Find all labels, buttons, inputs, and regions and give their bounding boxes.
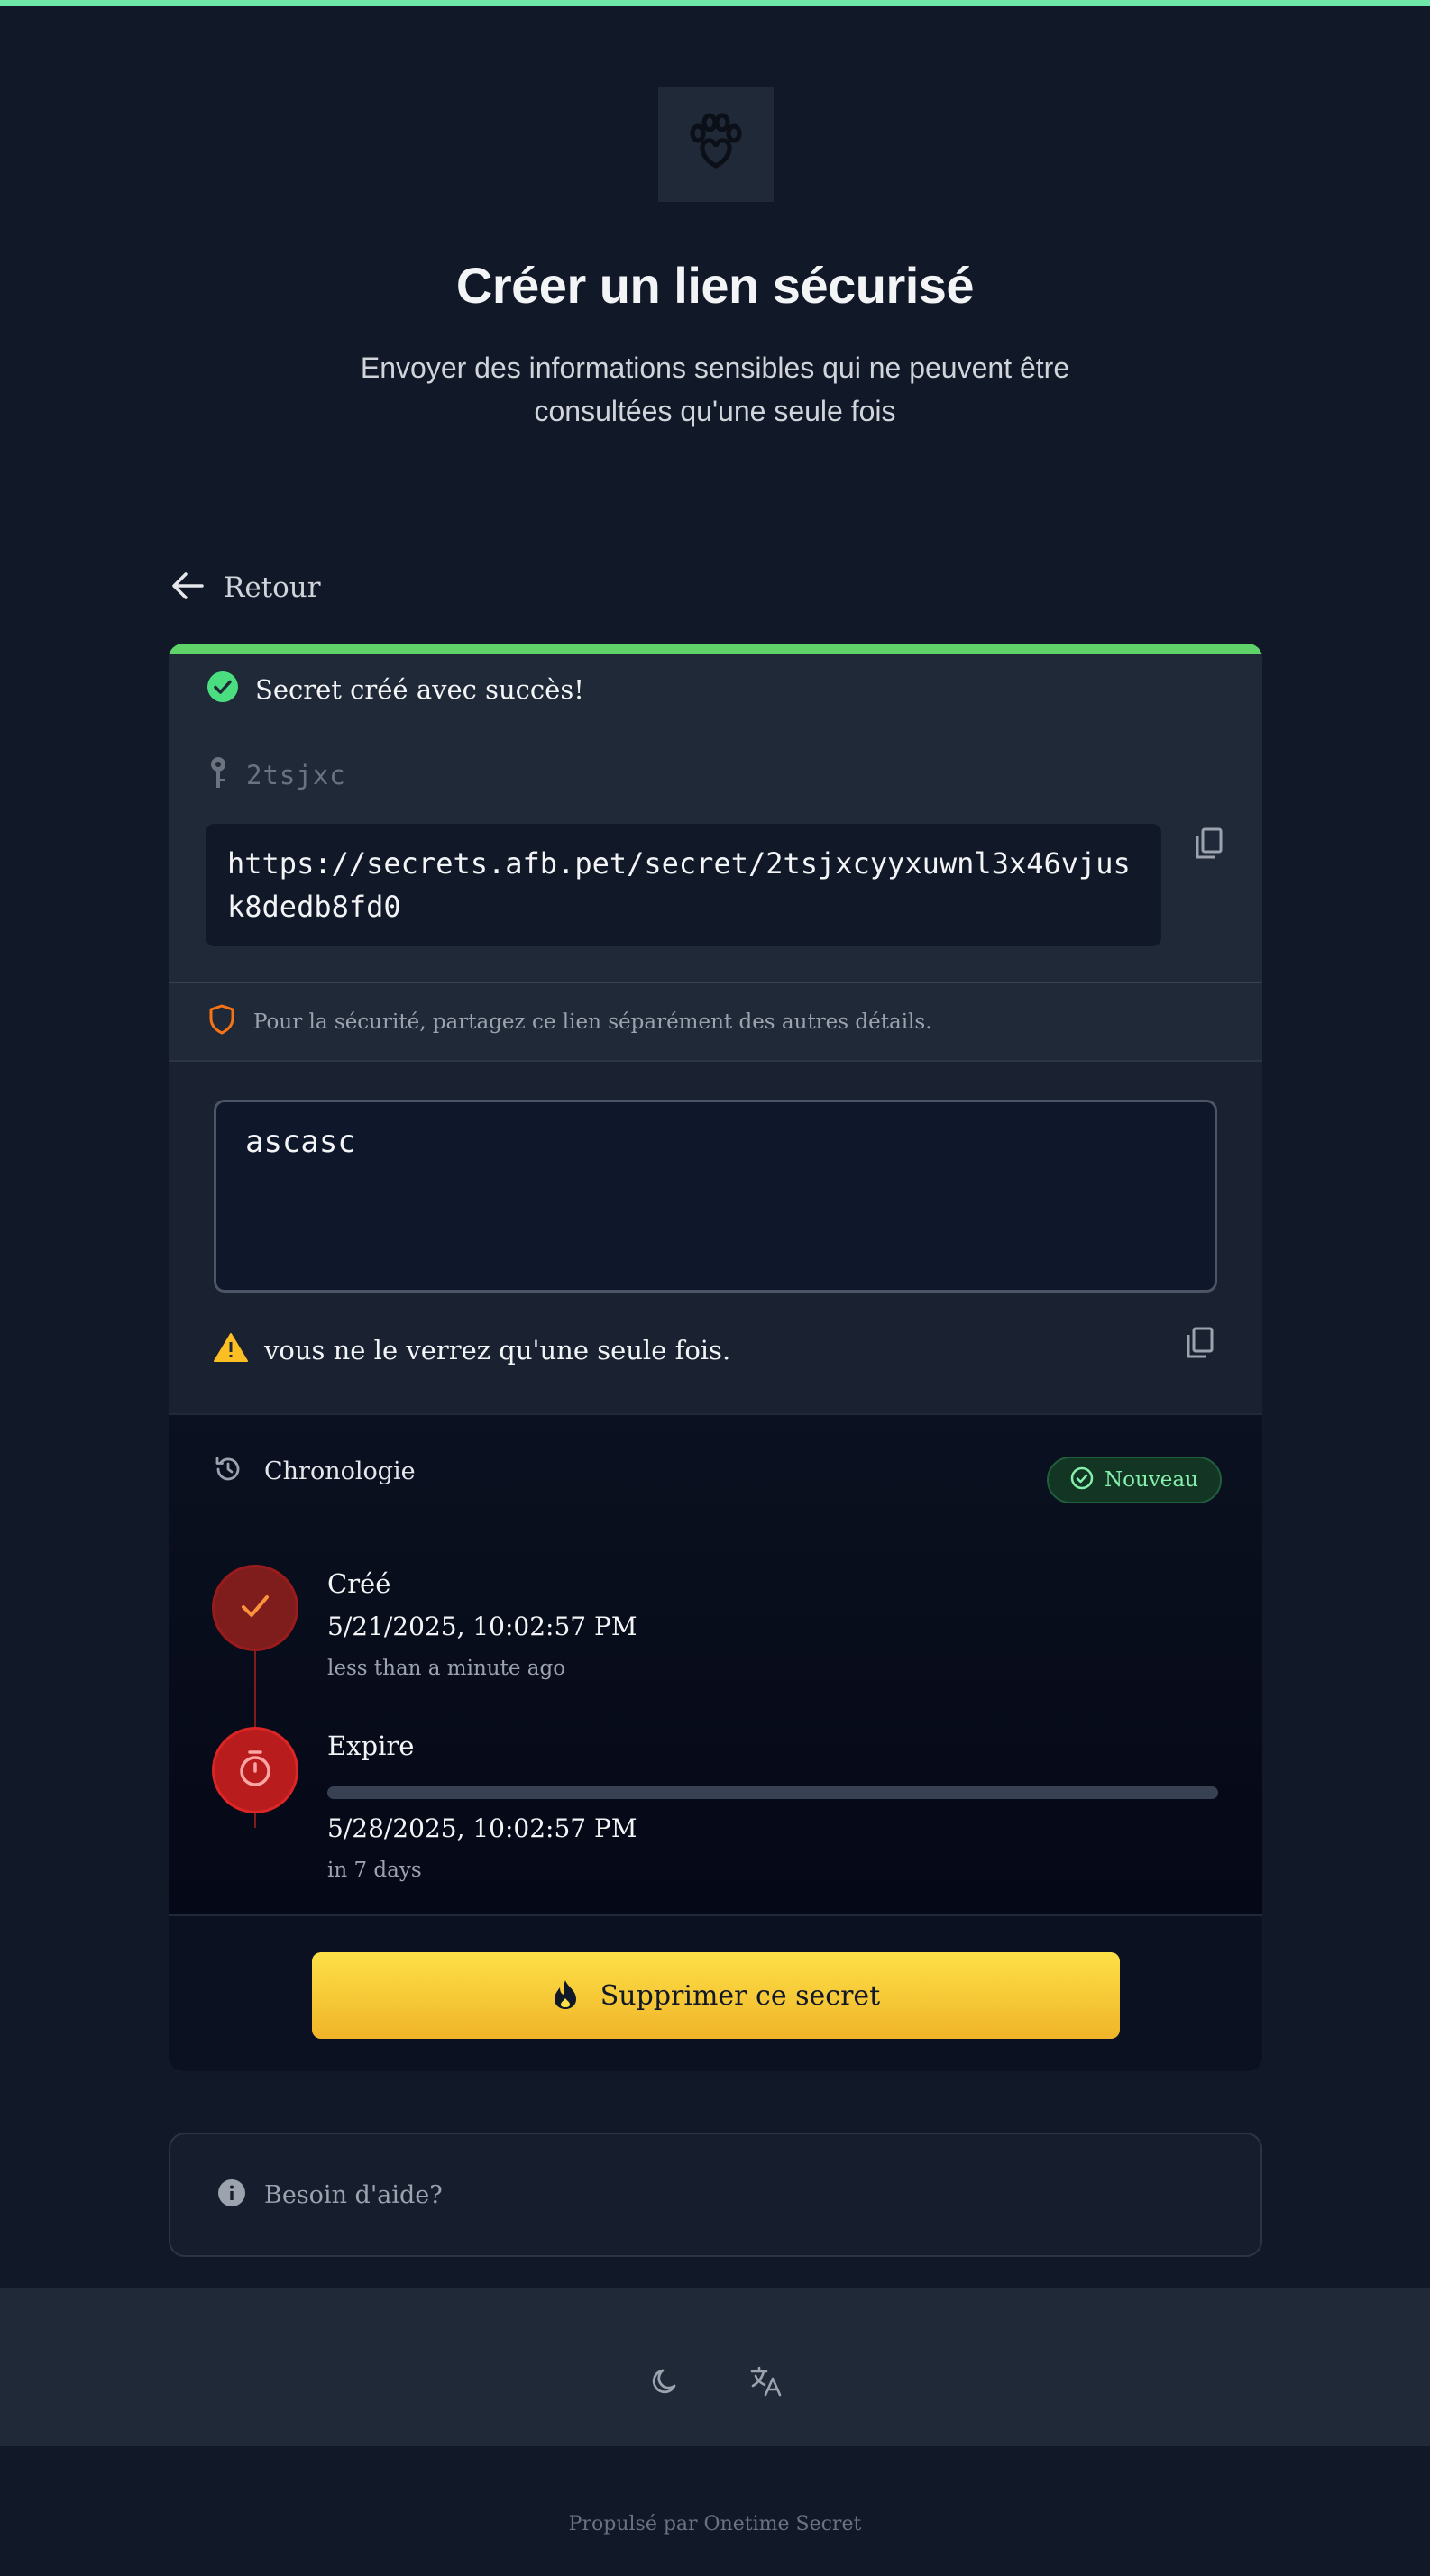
help-toggle[interactable]: Besoin d'aide? (169, 2133, 1262, 2257)
secret-id: 2tsjxc (246, 759, 346, 790)
timeline-expire-relative: in 7 days (327, 1859, 422, 1882)
warning-icon (214, 1332, 248, 1367)
page-subtitle: Envoyer des informations sensibles qui n… (360, 352, 1070, 427)
check-circle-icon (206, 671, 239, 708)
secret-card: Secret créé avec succès! 2tsjxc https://… (169, 644, 1262, 2071)
back-link[interactable]: Retour (170, 566, 321, 609)
language-toggle-button[interactable] (743, 2360, 790, 2407)
success-text: Secret créé avec succès! (255, 673, 584, 705)
theme-toggle-button[interactable] (642, 2360, 689, 2407)
security-note-text: Pour la sécurité, partagez ce lien sépar… (253, 1009, 932, 1034)
timeline-section: Chronologie Nouveau Créé 5/21/2025, 10:0… (169, 1413, 1262, 1914)
moon-icon (649, 2365, 682, 2402)
paw-heart-icon (680, 106, 752, 183)
copy-secret-button[interactable] (1178, 1323, 1222, 1366)
actions-section: Supprimer ce secret (169, 1914, 1262, 2071)
history-icon (214, 1455, 243, 1488)
timeline-expire-label: Expire (327, 1731, 415, 1761)
divider (169, 982, 1262, 983)
timeline-created-relative: less than a minute ago (327, 1657, 566, 1680)
top-accent-bar (0, 0, 1430, 6)
timeline-created-marker (212, 1565, 298, 1651)
success-message: Secret créé avec succès! (206, 671, 584, 708)
app-logo[interactable] (658, 87, 774, 202)
help-label: Besoin d'aide? (264, 2180, 443, 2209)
one-time-warning: vous ne le verrez qu'une seule fois. (214, 1332, 730, 1367)
expiry-progress-bar (327, 1786, 1218, 1799)
delete-secret-button[interactable]: Supprimer ce secret (312, 1952, 1120, 2039)
translate-icon (749, 2364, 784, 2403)
timeline-expire-marker (212, 1727, 298, 1813)
shield-icon (208, 1004, 235, 1039)
key-icon (208, 755, 228, 794)
checkmark-icon (240, 1593, 270, 1624)
secret-content-section: ascasc vous ne le verrez qu'une seule fo… (169, 1062, 1262, 1413)
timeline-header: Chronologie (214, 1455, 416, 1488)
card-success-accent (169, 644, 1262, 654)
arrow-left-icon (170, 568, 206, 608)
back-link-label: Retour (224, 571, 321, 604)
secret-url-field[interactable]: https://secrets.afb.pet/secret/2tsjxcyyx… (206, 824, 1161, 946)
flame-icon (552, 1978, 579, 2014)
copy-url-button[interactable] (1187, 824, 1231, 867)
check-circle-outline-icon (1070, 1466, 1094, 1494)
warning-text: vous ne le verrez qu'une seule fois. (264, 1334, 731, 1366)
security-note: Pour la sécurité, partagez ce lien sépar… (208, 1004, 932, 1039)
copy-icon (1194, 827, 1224, 865)
timer-icon (237, 1749, 273, 1793)
timeline-created-label: Créé (327, 1568, 391, 1599)
delete-secret-label: Supprimer ce secret (600, 1979, 881, 2012)
copy-icon (1185, 1326, 1215, 1365)
info-icon (217, 2179, 246, 2212)
status-badge-label: Nouveau (1105, 1468, 1198, 1492)
secret-id-row: 2tsjxc (208, 755, 346, 794)
powered-by-text: Propulsé par Onetime Secret (568, 2513, 862, 2535)
footer-toolbar (0, 2288, 1430, 2446)
timeline-title: Chronologie (264, 1457, 416, 1485)
timeline-created-date: 5/21/2025, 10:02:57 PM (327, 1612, 637, 1641)
status-badge: Nouveau (1047, 1457, 1222, 1503)
page-title: Créer un lien sécurisé (455, 257, 975, 314)
timeline-expire-date: 5/28/2025, 10:02:57 PM (327, 1813, 637, 1843)
secret-content-field[interactable]: ascasc (214, 1100, 1217, 1293)
